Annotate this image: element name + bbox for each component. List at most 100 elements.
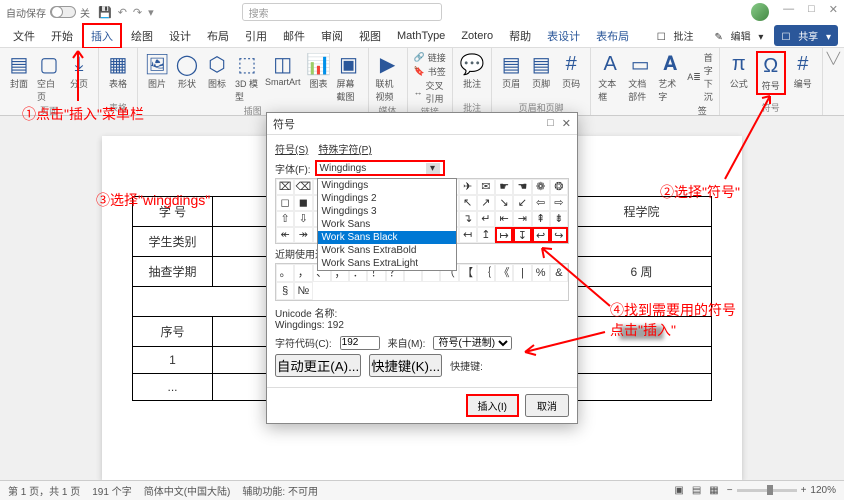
- symbol-cell[interactable]: ↗: [477, 195, 495, 211]
- symbol-cell[interactable]: ↧: [513, 227, 531, 243]
- tab-file[interactable]: 文件: [6, 25, 42, 47]
- smartart-button[interactable]: ◫SmartArt: [264, 51, 302, 88]
- tab-home[interactable]: 开始: [44, 25, 80, 47]
- icons-button[interactable]: ⬡图标: [204, 51, 230, 91]
- font-option[interactable]: Wingdings: [318, 179, 456, 192]
- recent-symbol[interactable]: 《: [495, 264, 513, 282]
- screenshot-button[interactable]: ▣屏幕截图: [336, 51, 362, 104]
- recent-symbol[interactable]: ｛: [477, 264, 495, 282]
- zoom-out-icon[interactable]: −: [727, 485, 733, 496]
- symbol-cell[interactable]: ↩: [532, 227, 550, 243]
- picture-button[interactable]: 🖼图片: [144, 51, 170, 91]
- video-button[interactable]: ▶联机视频: [375, 51, 401, 104]
- from-select[interactable]: 符号(十进制): [433, 336, 512, 350]
- share-button[interactable]: ☐ 共享 ▾: [774, 25, 838, 46]
- font-option[interactable]: Work Sans ExtraBold: [318, 244, 456, 257]
- tab-tablelayout[interactable]: 表布局: [589, 25, 636, 47]
- tab-review[interactable]: 审阅: [314, 25, 350, 47]
- minimize-icon[interactable]: —: [783, 3, 794, 21]
- quickparts-button[interactable]: ▭文档部件: [627, 51, 653, 104]
- autosave-toggle[interactable]: 自动保存 关: [6, 5, 90, 20]
- charcode-input[interactable]: [340, 336, 380, 350]
- save-icon[interactable]: 💾: [98, 6, 112, 19]
- recent-symbol[interactable]: 【: [459, 264, 477, 282]
- search-input[interactable]: 搜索: [242, 3, 442, 21]
- symbol-button[interactable]: Ω符号: [756, 51, 786, 95]
- font-option[interactable]: Wingdings 2: [318, 192, 456, 205]
- table-button[interactable]: ▦表格: [105, 51, 131, 91]
- symbol-cell[interactable]: ⇨: [550, 195, 568, 211]
- symbol-cell[interactable]: ⇞: [532, 211, 550, 227]
- symbol-cell[interactable]: ↦: [495, 227, 513, 243]
- symbol-cell[interactable]: ❂: [550, 179, 568, 195]
- symbol-cell[interactable]: ⇩: [294, 211, 312, 227]
- pagenum-button[interactable]: #页码: [558, 51, 584, 91]
- tab-help[interactable]: 帮助: [502, 25, 538, 47]
- 3d-button[interactable]: ⬚3D 模型: [234, 51, 260, 104]
- recent-symbol[interactable]: |: [513, 264, 531, 282]
- font-select[interactable]: Wingdings▾ Wingdings Wingdings 2 Wingdin…: [315, 160, 445, 176]
- language-status[interactable]: 简体中文(中国大陆): [144, 483, 231, 498]
- symbol-cell[interactable]: ↤: [459, 227, 477, 243]
- undo-icon[interactable]: ↶: [118, 6, 127, 19]
- symbol-cell[interactable]: ⇧: [276, 211, 294, 227]
- symbol-cell[interactable]: ↥: [477, 227, 495, 243]
- comment-button[interactable]: 💬批注: [459, 51, 485, 91]
- symbol-cell[interactable]: ↖: [459, 195, 477, 211]
- symbol-cell[interactable]: ☛: [495, 179, 513, 195]
- dialog-close-icon[interactable]: ✕: [562, 117, 571, 130]
- recent-symbol[interactable]: §: [276, 282, 294, 300]
- tab-view[interactable]: 视图: [352, 25, 388, 47]
- dropcap-button[interactable]: A≣ 首字下沉: [687, 51, 713, 103]
- bookmark-button[interactable]: 🔖 书签: [414, 65, 447, 78]
- comments-button[interactable]: ☐ 批注: [652, 25, 704, 46]
- autocorrect-button[interactable]: 自动更正(A)...: [275, 354, 361, 377]
- cancel-button[interactable]: 取消: [525, 394, 569, 417]
- symbol-cell[interactable]: ↠: [294, 227, 312, 243]
- font-option[interactable]: Work Sans: [318, 218, 456, 231]
- page-status[interactable]: 第 1 页，共 1 页: [8, 483, 80, 498]
- font-option[interactable]: Wingdings 3: [318, 205, 456, 218]
- recent-symbol[interactable]: &: [550, 264, 568, 282]
- symbol-cell[interactable]: ⇟: [550, 211, 568, 227]
- recent-symbol[interactable]: №: [294, 282, 312, 300]
- symbol-cell[interactable]: ⇦: [532, 195, 550, 211]
- tab-special[interactable]: 特殊字符(P): [318, 141, 371, 156]
- symbol-cell[interactable]: ◻: [276, 195, 294, 211]
- textbox-button[interactable]: A文本框: [597, 51, 623, 104]
- print-view-icon[interactable]: ▤: [692, 485, 701, 496]
- tab-insert[interactable]: 插入: [82, 23, 122, 49]
- equation-button[interactable]: π公式: [726, 51, 752, 91]
- recent-symbol[interactable]: %: [532, 264, 550, 282]
- redo-icon[interactable]: ↷: [133, 6, 142, 19]
- tab-refs[interactable]: 引用: [238, 25, 274, 47]
- symbol-cell[interactable]: ↘: [495, 195, 513, 211]
- tab-tabledesign[interactable]: 表设计: [540, 25, 587, 47]
- zoom-control[interactable]: − + 120%: [727, 485, 836, 496]
- tab-symbols[interactable]: 符号(S): [275, 141, 308, 156]
- link-button[interactable]: 🔗 链接: [414, 51, 447, 64]
- symbol-cell[interactable]: ↴: [459, 211, 477, 227]
- zoom-slider[interactable]: [737, 489, 797, 492]
- header-button[interactable]: ▤页眉: [498, 51, 524, 91]
- focus-view-icon[interactable]: ▣: [674, 485, 683, 496]
- font-option[interactable]: Work Sans Black: [318, 231, 456, 244]
- chart-button[interactable]: 📊图表: [306, 51, 332, 91]
- recent-symbol[interactable]: ，: [294, 264, 312, 282]
- zoom-in-icon[interactable]: +: [801, 485, 807, 496]
- page-break-button[interactable]: ⤓分页: [66, 51, 92, 91]
- symbol-cell[interactable]: ↵: [477, 211, 495, 227]
- symbol-cell[interactable]: ↪: [550, 227, 568, 243]
- number-button[interactable]: #编号: [790, 51, 816, 91]
- qat-more-icon[interactable]: ▾: [148, 6, 154, 19]
- symbol-cell[interactable]: ◼: [294, 195, 312, 211]
- xref-button[interactable]: ↔ 交叉引用: [414, 79, 447, 105]
- tab-zotero[interactable]: Zotero: [454, 27, 500, 45]
- dialog-maximize-icon[interactable]: □: [547, 117, 554, 130]
- shapes-button[interactable]: ◯形状: [174, 51, 200, 91]
- symbol-cell[interactable]: ↙: [513, 195, 531, 211]
- symbol-cell[interactable]: ↞: [276, 227, 294, 243]
- maximize-icon[interactable]: □: [808, 3, 815, 21]
- font-option[interactable]: Work Sans ExtraLight: [318, 257, 456, 270]
- close-icon[interactable]: ✕: [829, 3, 838, 21]
